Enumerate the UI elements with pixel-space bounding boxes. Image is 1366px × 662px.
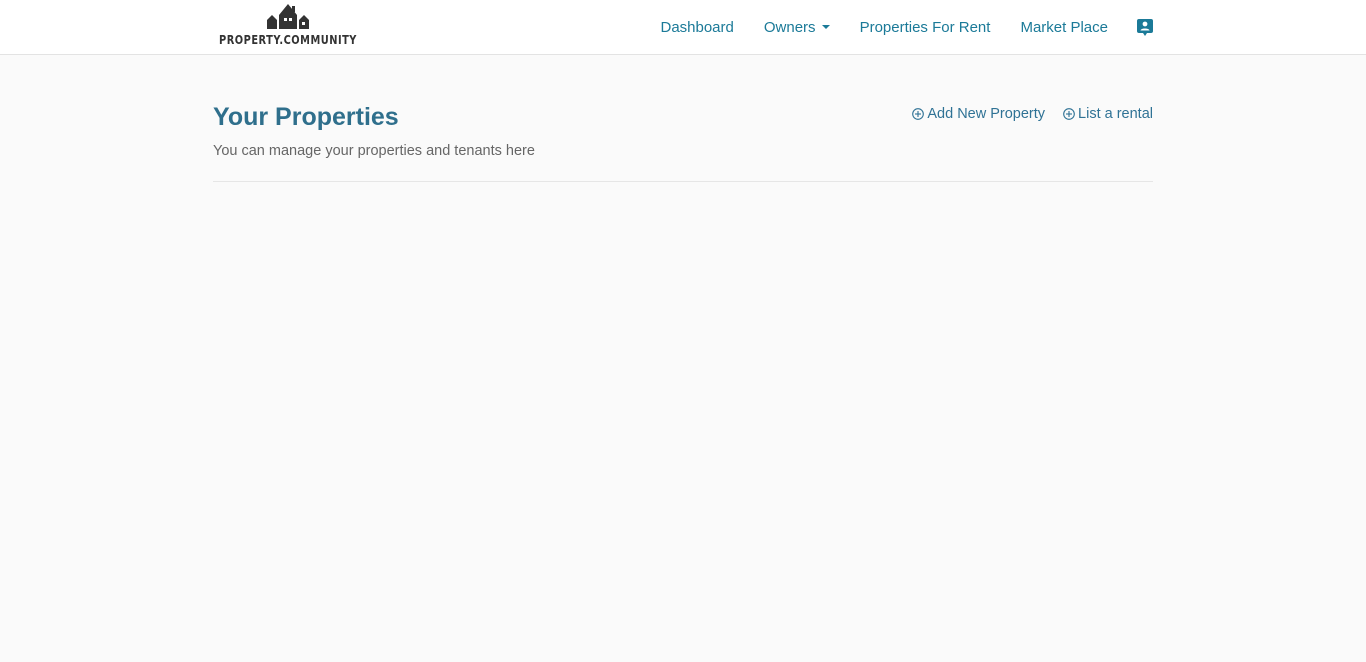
page-title: Your Properties	[213, 103, 399, 131]
main-nav: Dashboard Owners Properties For Rent Mar…	[630, 0, 1153, 54]
add-new-property-label: Add New Property	[927, 106, 1046, 122]
brand-logo[interactable]: PROPERTY.COMMUNITY	[219, 2, 361, 48]
caret-down-icon	[821, 25, 830, 29]
list-a-rental-label: List a rental	[1078, 106, 1153, 122]
plus-circle-icon	[1063, 108, 1075, 120]
houses-logo-icon	[267, 4, 309, 29]
nav-owners-dropdown[interactable]: Owners	[764, 19, 830, 36]
plus-circle-icon	[912, 108, 925, 120]
header-divider	[213, 181, 1153, 182]
nav-owners-label: Owners	[763, 18, 816, 36]
add-new-property-link[interactable]: Add New Property	[912, 106, 1045, 122]
page-subtitle: You can manage your properties and tenan…	[213, 143, 535, 159]
account-box-icon[interactable]	[1137, 18, 1153, 36]
nav-dashboard[interactable]: Dashboard	[660, 19, 733, 36]
nav-properties-for-rent[interactable]: Properties For Rent	[860, 19, 991, 36]
list-a-rental-link[interactable]: List a rental	[1063, 106, 1153, 122]
brand-name: PROPERTY.COMMUNITY	[219, 33, 357, 47]
nav-market-place[interactable]: Market Place	[1020, 19, 1108, 36]
page-actions: Add New Property List a rental	[894, 106, 1153, 122]
top-navbar: PROPERTY.COMMUNITY Dashboard Owners Prop…	[0, 0, 1366, 55]
